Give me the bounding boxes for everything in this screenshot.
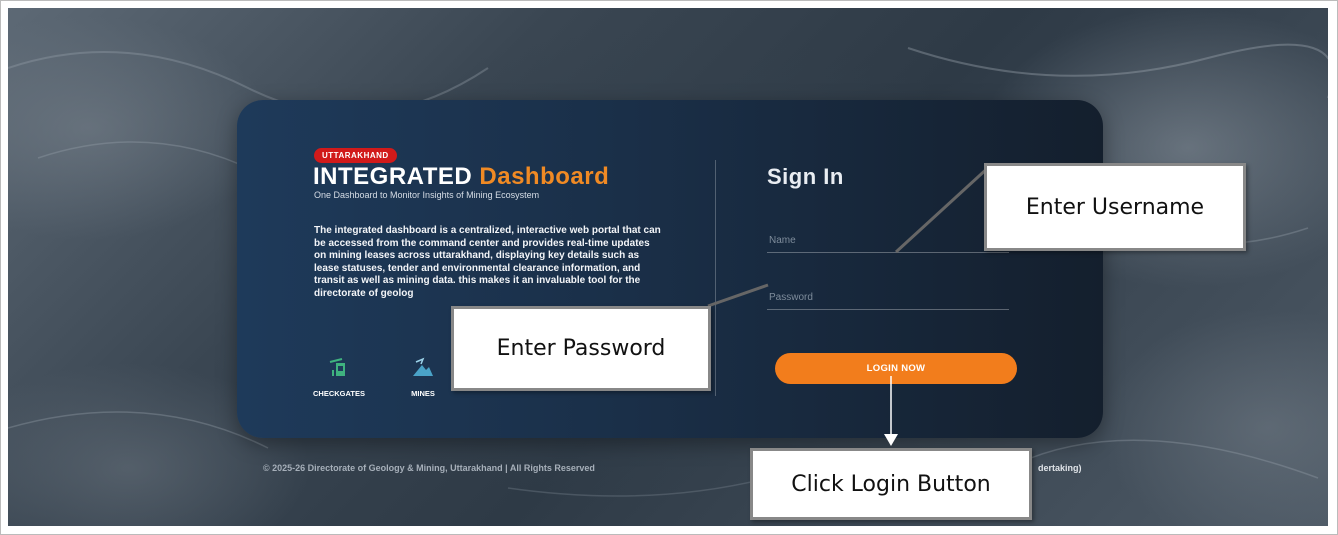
password-connector: [707, 283, 769, 308]
callout-enter-username: Enter Username: [984, 163, 1246, 251]
callout-enter-password: Enter Password: [451, 306, 711, 391]
annotation-connectors: [707, 164, 992, 446]
arrow-down-icon: [884, 434, 898, 446]
username-connector: [894, 164, 992, 254]
callout-click-login: Click Login Button: [750, 448, 1032, 520]
